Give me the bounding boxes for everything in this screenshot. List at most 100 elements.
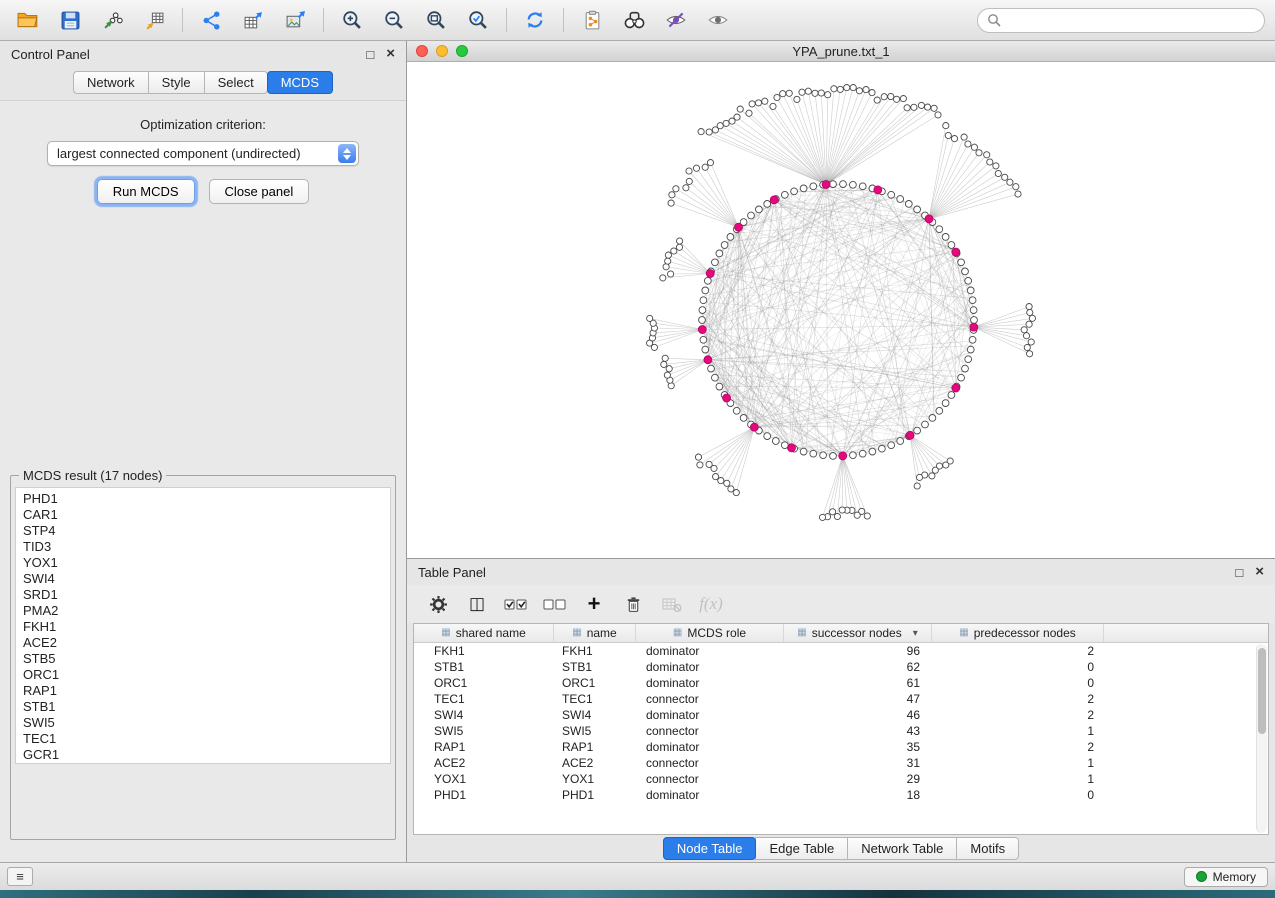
tab-select[interactable]: Select (204, 71, 268, 94)
search-box[interactable] (977, 8, 1265, 33)
function-builder-button[interactable]: f(x) (696, 590, 726, 618)
memory-button[interactable]: Memory (1184, 867, 1268, 887)
network-canvas[interactable] (407, 62, 1275, 558)
column-type-icon: ▦ (959, 628, 968, 638)
show-columns-button[interactable]: ◫ (462, 590, 492, 618)
float-panel-icon[interactable]: □ (366, 47, 374, 62)
eye-icon (707, 9, 729, 31)
delete-table-button[interactable] (657, 590, 687, 618)
tab-mcds[interactable]: MCDS (267, 71, 333, 94)
deselect-all-icon (543, 596, 567, 612)
search-network-button[interactable] (616, 4, 652, 36)
result-node[interactable]: YOX1 (23, 555, 390, 571)
hide-selected-button[interactable] (658, 4, 694, 36)
column-header-predecessor-nodes[interactable]: ▦predecessor nodes (932, 624, 1104, 642)
result-node[interactable]: SWI5 (23, 715, 390, 731)
open-session-button[interactable] (10, 4, 46, 36)
result-node[interactable]: PMA2 (23, 603, 390, 619)
result-node[interactable]: TEC1 (23, 731, 390, 747)
table-close-icon[interactable]: × (1255, 565, 1264, 580)
desktop-wallpaper-strip (0, 890, 1275, 898)
table-row[interactable]: TEC1TEC1connector472 (414, 691, 1256, 707)
table-row[interactable]: FKH1FKH1dominator962 (414, 643, 1256, 659)
table-row[interactable]: ACE2ACE2connector311 (414, 755, 1256, 771)
export-image-button[interactable] (277, 4, 313, 36)
result-node[interactable]: ORC1 (23, 667, 390, 683)
zoom-in-button[interactable] (334, 4, 370, 36)
search-input[interactable] (1007, 13, 1255, 27)
result-node[interactable]: STP4 (23, 523, 390, 539)
result-node[interactable]: ACE2 (23, 635, 390, 651)
table-cell: FKH1 (414, 644, 554, 658)
criterion-select[interactable]: largest connected component (undirected) (47, 141, 359, 166)
memory-label: Memory (1213, 870, 1256, 884)
result-node[interactable]: GCR1 (23, 747, 390, 763)
table-row[interactable]: ORC1ORC1dominator610 (414, 675, 1256, 691)
table-cell: 1 (932, 724, 1104, 738)
mcds-result-list[interactable]: PHD1CAR1STP4TID3YOX1SWI4SRD1PMA2FKH1ACE2… (15, 487, 391, 764)
show-all-button[interactable] (700, 4, 736, 36)
tab-network[interactable]: Network (73, 71, 149, 94)
table-settings-button[interactable] (423, 590, 453, 618)
zoom-fit-button[interactable] (418, 4, 454, 36)
deselect-all-rows-button[interactable] (540, 590, 570, 618)
result-node[interactable]: SWI4 (23, 571, 390, 587)
close-panel-icon[interactable]: × (386, 47, 395, 62)
zoom-out-button[interactable] (376, 4, 412, 36)
table-row[interactable]: YOX1YOX1connector291 (414, 771, 1256, 787)
table-row[interactable]: PHD1PHD1dominator180 (414, 787, 1256, 803)
import-network-button[interactable] (94, 4, 130, 36)
new-network-button[interactable] (193, 4, 229, 36)
delete-column-button[interactable] (618, 590, 648, 618)
import-table-button[interactable] (136, 4, 172, 36)
column-header-name[interactable]: ▦name (554, 624, 636, 642)
create-column-button[interactable]: + (579, 590, 609, 618)
scrollbar-thumb[interactable] (1258, 648, 1266, 734)
run-mcds-button[interactable]: Run MCDS (97, 179, 195, 204)
table-cell: YOX1 (414, 772, 554, 786)
result-node[interactable]: PHD1 (23, 491, 390, 507)
table-row[interactable]: RAP1RAP1dominator352 (414, 739, 1256, 755)
table-float-icon[interactable]: □ (1235, 565, 1243, 580)
result-node[interactable]: STB1 (23, 699, 390, 715)
gear-icon (429, 595, 448, 614)
table-cell: 2 (932, 740, 1104, 754)
table-cell: 31 (784, 756, 932, 770)
tab-motifs[interactable]: Motifs (956, 837, 1019, 860)
result-node[interactable]: SRD1 (23, 587, 390, 603)
zoom-selected-button[interactable] (460, 4, 496, 36)
table-cell: FKH1 (554, 644, 636, 658)
export-table-button[interactable] (235, 4, 271, 36)
result-node[interactable]: RAP1 (23, 683, 390, 699)
tab-node-table[interactable]: Node Table (663, 837, 757, 860)
criterion-select-value: largest connected component (undirected) (57, 146, 301, 161)
control-panel-title: Control Panel (11, 47, 90, 62)
clipboard-share-icon (582, 10, 603, 31)
tab-edge-table[interactable]: Edge Table (755, 837, 848, 860)
table-cell: 35 (784, 740, 932, 754)
close-panel-button[interactable]: Close panel (209, 179, 310, 204)
tab-style[interactable]: Style (148, 71, 205, 94)
copy-style-button[interactable] (574, 4, 610, 36)
table-scrollbar[interactable] (1256, 644, 1267, 833)
tab-network-table[interactable]: Network Table (847, 837, 957, 860)
refresh-button[interactable] (517, 4, 553, 36)
table-row[interactable]: STB1STB1dominator620 (414, 659, 1256, 675)
column-type-icon: ▦ (572, 628, 581, 638)
table-cell: 47 (784, 692, 932, 706)
network-window-title: YPA_prune.txt_1 (407, 44, 1275, 59)
table-row[interactable]: SWI5SWI5connector431 (414, 723, 1256, 739)
select-all-rows-button[interactable] (501, 590, 531, 618)
result-node[interactable]: STB5 (23, 651, 390, 667)
table-cell: dominator (636, 644, 784, 658)
result-node[interactable]: TID3 (23, 539, 390, 555)
result-node[interactable]: CAR1 (23, 507, 390, 523)
column-header-shared-name[interactable]: ▦shared name (414, 624, 554, 642)
panel-menu-button[interactable]: ≡ (7, 867, 33, 886)
table-row[interactable]: SWI4SWI4dominator462 (414, 707, 1256, 723)
column-header-successor-nodes[interactable]: ▦successor nodes▾ (784, 624, 932, 642)
result-node[interactable]: FKH1 (23, 619, 390, 635)
save-session-button[interactable] (52, 4, 88, 36)
table-cell: 2 (932, 708, 1104, 722)
column-header-mcds-role[interactable]: ▦MCDS role (636, 624, 784, 642)
